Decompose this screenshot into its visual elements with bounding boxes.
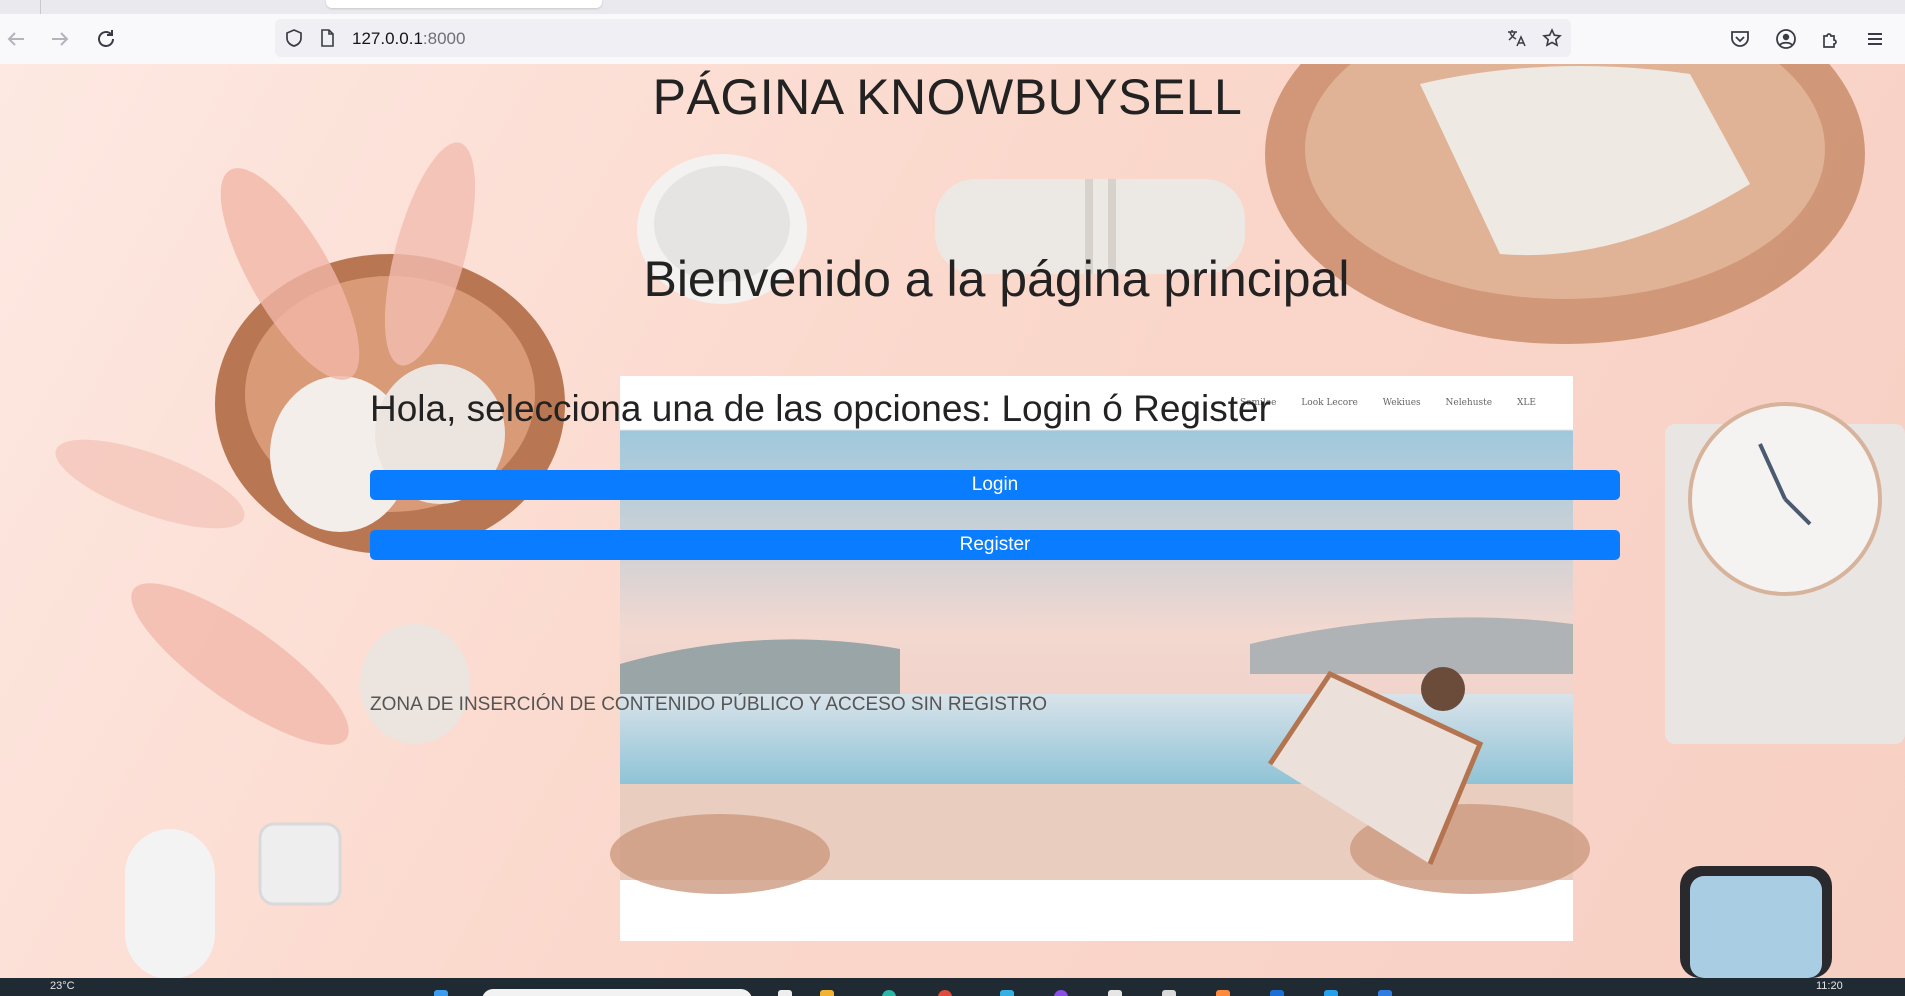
register-button[interactable]: Register: [370, 530, 1620, 560]
edge-icon[interactable]: [882, 990, 896, 996]
taskview-icon[interactable]: [778, 990, 792, 996]
shield-icon[interactable]: [284, 28, 304, 48]
app-icon[interactable]: [1162, 990, 1176, 996]
public-content-zone: ZONA DE INSERCIÓN DE CONTENIDO PÚBLICO Y…: [370, 694, 1048, 715]
forward-button[interactable]: [48, 27, 72, 51]
background-illustration: [55, 64, 1905, 978]
mockup-nav: Semilee Look Lecore Wekiues Nelehuste XL…: [1240, 398, 1536, 408]
translate-icon[interactable]: [1506, 28, 1526, 48]
page-title: PÁGINA KNOWBUYSELL: [652, 69, 1243, 125]
browser-toolbar: 127.0.0.1:8000: [0, 14, 1905, 65]
tab-separator: [40, 0, 41, 14]
active-tab[interactable]: [326, 0, 602, 8]
mockup-nav-item: XLE: [1516, 398, 1536, 408]
firefox-icon[interactable]: [1216, 990, 1230, 996]
bookmark-star-icon[interactable]: [1542, 28, 1562, 48]
url-port: :8000: [422, 29, 466, 48]
mockup-nav-item: Nelehuste: [1445, 398, 1493, 408]
taskbar-clock[interactable]: 11:20: [1816, 980, 1843, 992]
app-icon[interactable]: [1324, 990, 1338, 996]
taskbar-search[interactable]: [482, 989, 752, 996]
taskbar: 23°C 11:20: [0, 978, 1905, 996]
app-icon[interactable]: [1270, 990, 1284, 996]
back-button[interactable]: [4, 27, 28, 51]
mockup-nav-item: Wekiues: [1382, 398, 1421, 408]
account-icon[interactable]: [1774, 27, 1798, 51]
login-button[interactable]: Login: [370, 470, 1620, 500]
weather-widget[interactable]: 23°C: [50, 980, 75, 992]
reload-icon: [98, 30, 114, 47]
page-icon[interactable]: [317, 28, 337, 48]
address-bar[interactable]: 127.0.0.1:8000: [275, 19, 1571, 57]
app-icon[interactable]: [1054, 990, 1068, 996]
app-icon[interactable]: [1378, 990, 1392, 996]
welcome-heading: Bienvenido a la página principal: [643, 251, 1350, 307]
app-icon[interactable]: [1108, 990, 1122, 996]
extensions-icon[interactable]: [1819, 27, 1843, 51]
url-text[interactable]: 127.0.0.1:8000: [352, 29, 465, 49]
mockup-nav-item: Look Lecore: [1301, 398, 1358, 408]
app-icon[interactable]: [1000, 990, 1014, 996]
reload-button[interactable]: [94, 27, 118, 51]
start-icon[interactable]: [434, 990, 448, 996]
tab-strip: [0, 0, 1905, 14]
options-prompt: Hola, selecciona una de las opciones: Lo…: [370, 388, 1271, 429]
menu-icon[interactable]: [1863, 27, 1887, 51]
forward-arrow-icon: [52, 32, 69, 46]
pocket-icon[interactable]: [1728, 27, 1752, 51]
back-arrow-icon: [7, 32, 24, 46]
url-host: 127.0.0.1: [352, 29, 423, 48]
file-explorer-icon[interactable]: [820, 990, 834, 996]
page-viewport: Semilee Look Lecore Wekiues Nelehuste XL…: [0, 64, 1905, 978]
chrome-icon[interactable]: [938, 990, 952, 996]
